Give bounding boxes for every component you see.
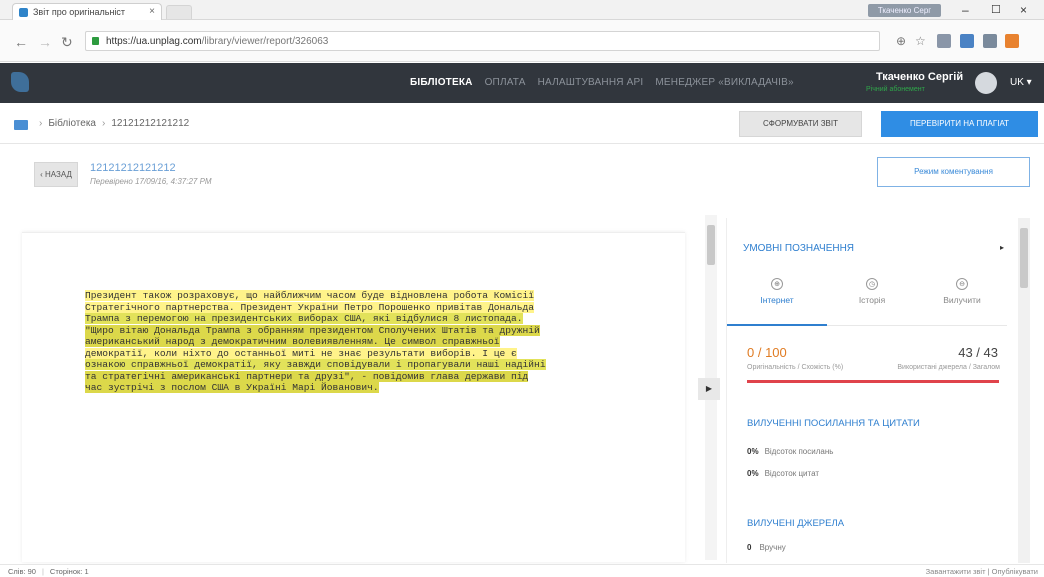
originality-score: 0 / 100 <box>747 345 787 360</box>
main-nav: БІБЛІОТЕКА ОПЛАТА НАЛАШТУВАННЯ API МЕНЕД… <box>410 77 803 88</box>
lock-icon <box>92 37 99 45</box>
breadcrumb: › Бібліотека › 12121212121212 <box>33 118 189 129</box>
site-favicon-icon <box>19 8 28 17</box>
browser-profile-button[interactable]: Ткаченко Серг <box>868 4 941 17</box>
breadcrumb-current: 12121212121212 <box>111 118 190 129</box>
globe-icon: ⊕ <box>771 278 783 290</box>
status-actions[interactable]: Завантажити звіт | Опублікувати <box>926 567 1038 576</box>
user-name[interactable]: Ткаченко Сергій <box>876 71 963 83</box>
close-window-icon[interactable]: × <box>1020 3 1027 17</box>
check-plagiarism-button[interactable]: ПЕРЕВІРИТИ НА ПЛАГІАТ <box>881 111 1038 137</box>
doc-line: демократії, коли ніхто до останньої миті… <box>85 347 517 359</box>
clock-icon: ◷ <box>866 278 878 290</box>
excluded-refs-title[interactable]: ВИЛУЧЕННІ ПОСИЛАННЯ ТА ЦИТАТИ <box>747 418 920 429</box>
status-bar: Слів: 90 | Сторінок: 1 Завантажити звіт | … <box>0 564 1044 577</box>
tab-internet[interactable]: ⊕ Інтернет <box>737 278 817 305</box>
quotes-percent: 0% Відсоток цитат <box>747 469 820 478</box>
zoom-icon[interactable]: ⊕ <box>896 34 906 48</box>
browser-tab-bar: Звіт про оригінальніст × Ткаченко Серг –… <box>0 0 1044 20</box>
breadcrumb-library[interactable]: Бібліотека <box>48 118 96 129</box>
active-tab-indicator <box>727 324 827 326</box>
new-tab-button[interactable] <box>166 5 192 19</box>
extension-doc-icon[interactable] <box>983 34 997 48</box>
address-toolbar: ← → ↻ https://ua.unplag.com/library/view… <box>0 20 1044 62</box>
doc-line: Стратегічного партнерства. Президент Укр… <box>85 301 535 313</box>
sources-count: 43 / 43 <box>958 345 998 360</box>
chevron-right-icon[interactable]: ▸ <box>1000 243 1004 252</box>
maximize-icon[interactable]: ☐ <box>991 3 1001 16</box>
url-input[interactable]: https://ua.unplag.com/library/viewer/rep… <box>85 31 880 51</box>
document-title: 12121212121212 <box>90 162 176 174</box>
nav-library[interactable]: БІБЛІОТЕКА <box>410 77 473 88</box>
panel-scrollbar-thumb[interactable] <box>1020 228 1028 288</box>
doc-line: Трампа з перемогою на президентських виб… <box>85 313 523 324</box>
panel-scrollbar[interactable] <box>1018 218 1030 563</box>
status-left: Слів: 90 | Сторінок: 1 <box>8 567 89 576</box>
avatar[interactable] <box>975 72 997 94</box>
expand-panel-icon[interactable]: ▶ <box>698 378 720 400</box>
excluded-icon: ⊖ <box>956 278 968 290</box>
excluded-sources-title[interactable]: ВИЛУЧЕНІ ДЖЕРЕЛА <box>747 518 844 529</box>
browser-tab-title: Звіт про оригінальніст <box>33 7 126 17</box>
bookmark-star-icon[interactable]: ☆ <box>915 34 926 48</box>
reload-icon[interactable]: ↻ <box>61 34 73 51</box>
doc-line: Президент також розраховує, що найближчи… <box>85 290 535 301</box>
browser-tab[interactable]: Звіт про оригінальніст × <box>12 3 162 20</box>
doc-line: "Щиро вітаю Дональда Трампа з обранням п… <box>85 324 540 336</box>
doc-line: американський народ з демократичним воле… <box>85 336 500 347</box>
user-subscription: Річний абонемент <box>866 86 925 93</box>
sources-label: Використані джерела / Загалом <box>897 364 1000 371</box>
folder-icon <box>14 120 28 130</box>
generate-report-button[interactable]: СФОРМУВАТИ ЗВІТ <box>739 111 862 137</box>
report-panel: УМОВНІ ПОЗНАЧЕННЯ ▸ ⊕ Інтернет ◷ Історія… <box>726 218 1018 563</box>
manual-excluded: 0 Вручну <box>747 543 786 552</box>
nav-payment[interactable]: ОПЛАТА <box>485 77 526 88</box>
legend-title[interactable]: УМОВНІ ПОЗНАЧЕННЯ <box>743 243 854 254</box>
close-tab-icon[interactable]: × <box>149 6 155 17</box>
minimize-icon[interactable]: – <box>962 3 969 17</box>
language-select[interactable]: UK ▾ <box>1010 77 1032 88</box>
extension-blue-icon[interactable] <box>960 34 974 48</box>
doc-line: час зустрічі з послом США в Україні Марі… <box>85 382 379 393</box>
originality-label: Оригінальність / Схожість (%) <box>747 364 844 371</box>
document-viewer <box>22 232 685 562</box>
doc-line: та стратегічні американські партнери та … <box>85 370 529 382</box>
forward-arrow-icon[interactable]: → <box>38 34 52 50</box>
references-percent: 0% Відсоток посилань <box>747 447 834 456</box>
nav-teacher-manager[interactable]: МЕНЕДЖЕР «ВИКЛАДАЧІВ» <box>655 77 793 88</box>
status-divider: | <box>41 567 44 576</box>
back-arrow-icon[interactable]: ← <box>14 34 28 50</box>
tab-history[interactable]: ◷ Історія <box>832 278 912 305</box>
breadcrumb-separator: › <box>102 118 106 129</box>
url-path: /library/viewer/report/326063 <box>201 36 329 47</box>
url-host: https://ua.unplag.com <box>106 36 202 47</box>
tab-excluded[interactable]: ⊖ Вилучити <box>922 278 1002 305</box>
comment-mode-button[interactable]: Режим коментування <box>877 157 1030 187</box>
document-checked-date: Перевірено 17/09/16, 4:37:27 PM <box>90 177 212 186</box>
viewer-scrollbar-thumb[interactable] <box>707 225 715 265</box>
extension-mail-icon[interactable] <box>937 34 951 48</box>
back-button[interactable]: ‹ НАЗАД <box>34 162 78 187</box>
similarity-bar <box>747 380 999 383</box>
app-header: БІБЛІОТЕКА ОПЛАТА НАЛАШТУВАННЯ API МЕНЕД… <box>0 63 1044 103</box>
unplag-logo-icon[interactable] <box>11 72 29 92</box>
word-count: Слів: 90 <box>8 567 36 576</box>
page-count: Сторінок: 1 <box>49 567 89 576</box>
breadcrumb-separator: › <box>39 118 43 129</box>
extension-orange-icon[interactable] <box>1005 34 1019 48</box>
document-text: Президент також розраховує, що найближчи… <box>85 290 640 394</box>
doc-line: ознакою справжньої демократії, яку завжд… <box>85 359 546 370</box>
breadcrumb-bar: › Бібліотека › 12121212121212 СФОРМУВАТИ ЗВ… <box>0 103 1044 144</box>
nav-api-settings[interactable]: НАЛАШТУВАННЯ API <box>538 77 644 88</box>
